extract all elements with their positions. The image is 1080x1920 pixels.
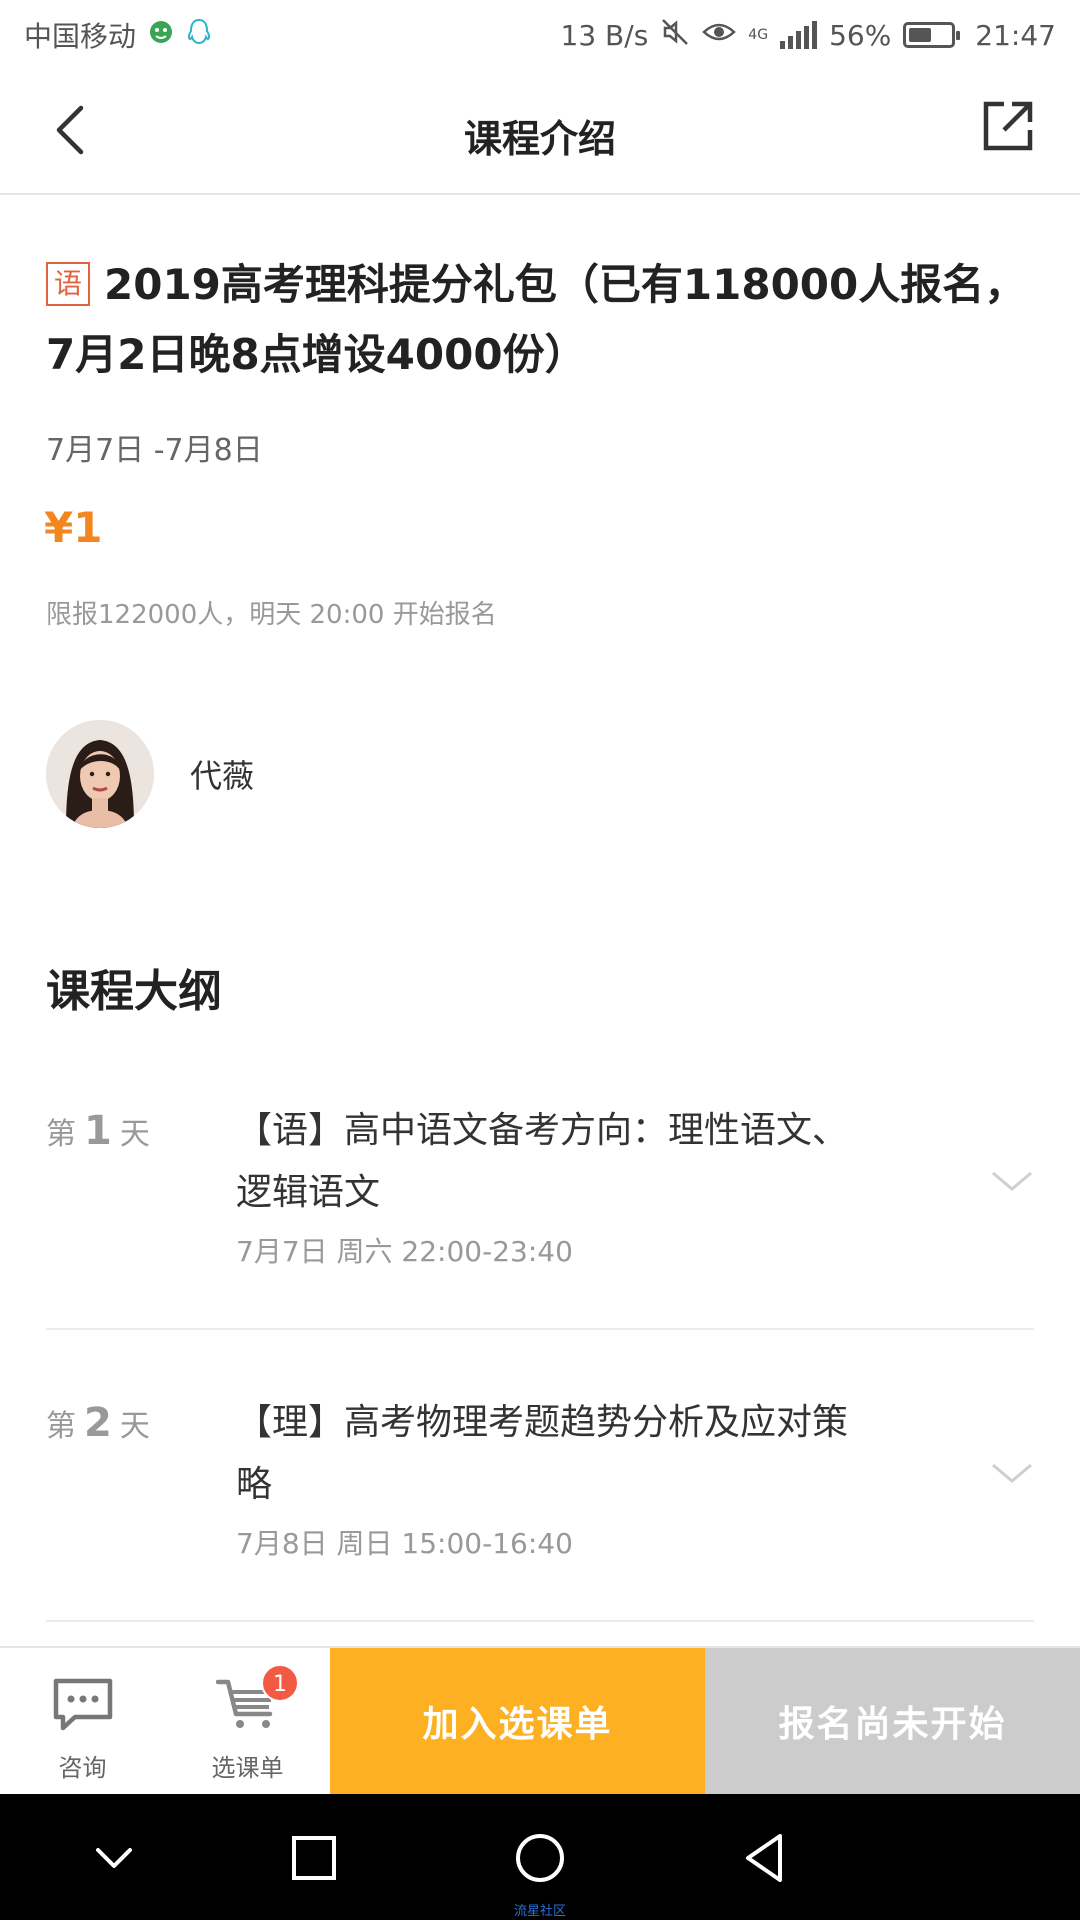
battery-percent: 56% — [829, 18, 892, 52]
title-bar: 课程介绍 — [0, 70, 1080, 195]
watermark-text: 流星社区 — [513, 1904, 566, 1919]
network-type: 4G — [748, 27, 769, 43]
nav-hide-icon[interactable] — [84, 1828, 144, 1888]
lesson-title: 【语】高中语文备考方向：理性语文、逻辑语文 — [236, 1110, 849, 1213]
lesson-time: 7月7日 周六 22:00-23:40 — [236, 1235, 573, 1268]
day-suffix: 天 — [119, 1117, 150, 1152]
lesson-time: 7月8日 周日 15:00-16:40 — [236, 1527, 573, 1560]
day-label: 第2天 — [46, 1400, 150, 1446]
lesson-title: 【理】高考物理考题趋势分析及应对策略 — [236, 1402, 849, 1505]
consult-button[interactable]: 咨询 — [0, 1648, 165, 1794]
subject-tag: 语 — [46, 262, 90, 306]
status-left: 中国移动 — [24, 15, 212, 55]
battery-icon — [903, 22, 961, 48]
course-price: ¥1 — [44, 503, 103, 552]
nav-recents-icon[interactable] — [284, 1828, 344, 1888]
syllabus-title: 课程大纲 — [46, 966, 222, 1017]
qq-status-icon — [186, 18, 212, 53]
teacher-name: 代薇 — [190, 757, 255, 795]
wechat-status-icon — [148, 19, 174, 52]
add-to-cart-button[interactable]: 加入选课单 — [330, 1648, 705, 1794]
enroll-limit-note: 限报122000人，明天 20:00 开始报名 — [46, 600, 497, 630]
mute-icon — [660, 17, 690, 54]
bottom-action-bar: 咨询 1 选课单 加入选课单 报名尚未开始 — [0, 1646, 1080, 1794]
carrier-name: 中国移动 — [24, 20, 137, 53]
cart-label: 选课单 — [211, 1754, 284, 1782]
nav-back-icon[interactable] — [736, 1828, 796, 1888]
chevron-down-icon[interactable] — [990, 1457, 1034, 1487]
page-title: 课程介绍 — [463, 117, 616, 161]
share-button[interactable] — [980, 98, 1040, 158]
status-right: 13 B/s 4G 56% 21:47 — [561, 17, 1056, 54]
course-title-block: 语 2019高考理科提分礼包（已有118000人报名，7月2日晚8点增设4000份… — [46, 250, 1036, 390]
consult-label: 咨询 — [58, 1754, 107, 1782]
clock: 21:47 — [975, 18, 1056, 52]
chat-icon — [53, 1678, 112, 1731]
cart-count-badge: 1 — [261, 1664, 299, 1702]
course-dates: 7月7日 -7月8日 — [46, 433, 263, 468]
day-number: 1 — [84, 1108, 112, 1154]
syllabus-item-day-1[interactable]: 第1天 【语】高中语文备考方向：理性语文、逻辑语文 7月7日 周六 22:00-… — [46, 1060, 1034, 1330]
course-cart-button[interactable]: 1 选课单 — [165, 1648, 330, 1794]
eye-comfort-icon — [702, 18, 737, 53]
signal-icon — [780, 21, 818, 49]
net-speed: 13 B/s — [560, 18, 649, 52]
day-label: 第1天 — [46, 1108, 150, 1154]
teacher-row[interactable]: 代薇 — [46, 720, 254, 828]
chevron-down-icon[interactable] — [990, 1165, 1034, 1195]
day-prefix: 第 — [46, 1409, 76, 1444]
day-number: 2 — [84, 1400, 112, 1446]
course-title: 2019高考理科提分礼包（已有118000人报名，7月2日晚8点增设4000份） — [46, 260, 1027, 379]
enroll-button[interactable]: 报名尚未开始 — [705, 1648, 1080, 1794]
day-suffix: 天 — [119, 1409, 150, 1444]
share-icon — [983, 101, 1033, 151]
status-bar: 中国移动 13 B/s 4G 56% 21:47 — [0, 0, 1080, 70]
system-nav-bar: 流星社区 — [0, 1794, 1080, 1920]
nav-home-icon[interactable] — [510, 1828, 570, 1888]
day-prefix: 第 — [46, 1117, 76, 1152]
syllabus-item-day-2[interactable]: 第2天 【理】高考物理考题趋势分析及应对策略 7月8日 周日 15:00-16:… — [46, 1352, 1034, 1622]
teacher-avatar — [46, 720, 154, 828]
